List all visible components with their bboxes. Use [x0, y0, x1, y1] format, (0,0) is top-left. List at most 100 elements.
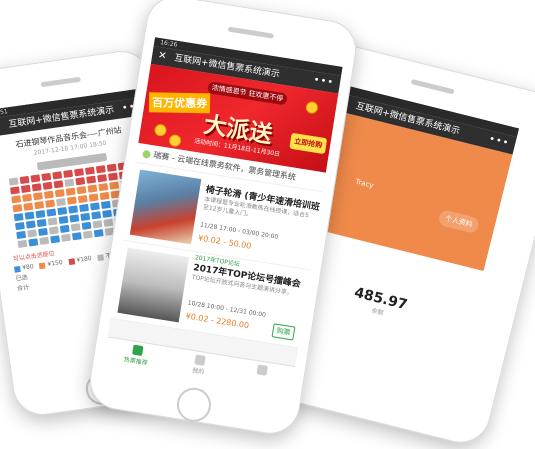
seat[interactable]	[53, 180, 64, 189]
seat[interactable]	[88, 193, 99, 202]
seat[interactable]	[102, 209, 113, 218]
seat[interactable]	[93, 229, 104, 238]
seat[interactable]	[22, 193, 33, 202]
seat[interactable]	[108, 172, 118, 181]
seat[interactable]	[16, 230, 27, 240]
legend-label: ¥80	[21, 263, 35, 272]
event-thumbnail	[129, 169, 202, 245]
seat[interactable]	[43, 190, 54, 199]
tab-mine[interactable]: 我的	[166, 347, 233, 383]
seat[interactable]	[109, 181, 120, 190]
seat[interactable]	[63, 169, 74, 178]
home-button[interactable]	[174, 385, 214, 425]
seat[interactable]	[95, 165, 106, 174]
seat[interactable]	[47, 217, 58, 226]
seat[interactable]	[11, 195, 22, 204]
seat[interactable]	[91, 211, 102, 220]
banner-badge[interactable]: 立即抢购	[289, 132, 328, 155]
close-icon[interactable]: ✕	[0, 117, 2, 136]
seat[interactable]	[100, 200, 111, 210]
seat[interactable]	[35, 210, 46, 219]
seat[interactable]	[59, 224, 70, 233]
coin-icon	[153, 123, 168, 138]
seat[interactable]	[12, 204, 23, 213]
screen-event-list: 16:26 ✕ 互联网+微信售票系统演示 ••• 浓情感恩节 狂欢惠不停 百万优…	[103, 37, 343, 393]
coin-icon	[305, 100, 319, 115]
seat[interactable]	[82, 230, 93, 239]
seat[interactable]	[41, 172, 52, 182]
seat[interactable]	[98, 182, 109, 192]
seat[interactable]	[64, 178, 75, 187]
seat[interactable]	[30, 174, 41, 183]
seat[interactable]	[57, 206, 68, 216]
seat[interactable]	[46, 208, 57, 217]
seat[interactable]	[13, 213, 24, 222]
seat[interactable]	[84, 166, 95, 175]
tab-label: 我的	[191, 367, 205, 376]
seat[interactable]	[14, 221, 25, 231]
seat[interactable]	[80, 212, 91, 221]
seat[interactable]	[36, 218, 47, 228]
seat[interactable]	[33, 192, 43, 201]
seat[interactable]	[31, 183, 42, 192]
seat[interactable]	[75, 177, 86, 186]
notice-icon	[142, 149, 152, 159]
speaker-grill	[40, 76, 81, 88]
seat[interactable]	[54, 189, 65, 198]
banner-left-text: 百万优惠券	[148, 92, 211, 114]
seat[interactable]	[17, 239, 28, 248]
banner-top-text: 浓情感恩节 狂欢惠不停	[206, 81, 289, 106]
close-icon[interactable]: ✕	[157, 47, 168, 66]
seat[interactable]	[99, 191, 110, 201]
seat[interactable]	[70, 223, 81, 232]
coin-icon	[168, 133, 182, 148]
seat[interactable]	[19, 175, 30, 185]
legend-label: ¥180	[76, 254, 93, 264]
seat[interactable]	[45, 199, 56, 208]
tab-hot[interactable]: 热票推荐	[103, 337, 170, 373]
seat[interactable]	[71, 232, 82, 241]
seat[interactable]	[38, 227, 48, 237]
seat[interactable]	[68, 205, 79, 214]
seat[interactable]	[23, 202, 34, 211]
seat[interactable]	[79, 203, 89, 213]
seat[interactable]	[77, 194, 88, 204]
tab-extra[interactable]	[228, 357, 295, 393]
seat[interactable]	[89, 202, 100, 211]
seat[interactable]	[106, 163, 117, 172]
seat[interactable]	[97, 174, 108, 183]
seat[interactable]	[81, 221, 92, 230]
seat[interactable]	[28, 238, 39, 247]
seat[interactable]	[34, 201, 45, 210]
seat[interactable]	[25, 220, 36, 229]
home-icon	[131, 344, 144, 357]
seat[interactable]	[27, 229, 38, 238]
seat[interactable]	[39, 236, 50, 245]
user-icon	[194, 354, 206, 366]
seat[interactable]	[69, 214, 80, 223]
seat[interactable]	[92, 220, 103, 229]
seat[interactable]	[50, 235, 61, 244]
buy-button[interactable]: 购票	[271, 323, 296, 341]
seat[interactable]	[42, 181, 53, 190]
seat[interactable]	[58, 215, 69, 225]
seat[interactable]	[76, 186, 87, 195]
seat[interactable]	[86, 175, 97, 184]
legend-swatch	[39, 261, 46, 269]
seat[interactable]	[65, 187, 76, 196]
seat[interactable]	[87, 184, 98, 193]
seat[interactable]	[66, 196, 77, 205]
seat[interactable]	[56, 198, 66, 207]
seat[interactable]	[8, 177, 19, 186]
legend-swatch	[13, 265, 21, 273]
seat[interactable]	[24, 211, 35, 220]
seat[interactable]	[52, 171, 63, 180]
seat[interactable]	[48, 226, 59, 235]
seat[interactable]	[74, 168, 84, 177]
seat[interactable]	[9, 186, 20, 195]
legend-item: ¥180	[68, 255, 92, 265]
profile-button[interactable]: 个人资料	[437, 208, 481, 235]
seat[interactable]	[103, 218, 114, 227]
seat[interactable]	[61, 233, 71, 242]
seat[interactable]	[20, 184, 31, 193]
